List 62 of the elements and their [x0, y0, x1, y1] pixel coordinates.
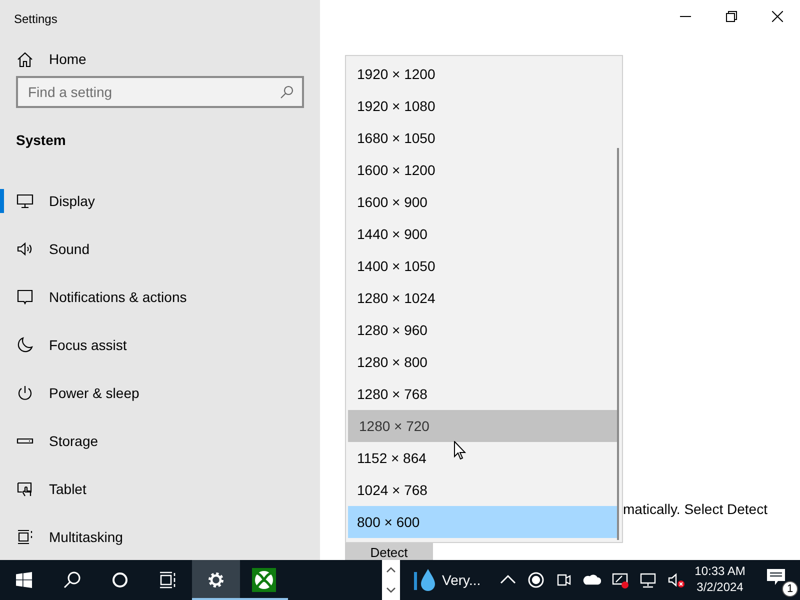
- section-heading: System: [15, 131, 67, 150]
- moon-icon: [16, 336, 34, 354]
- circle-icon[interactable]: [112, 572, 128, 588]
- xbox-icon: [252, 568, 276, 592]
- detect-button[interactable]: Detect: [345, 543, 433, 560]
- home-icon: [16, 50, 34, 68]
- resolution-option[interactable]: 1280 × 1024: [348, 282, 619, 314]
- resolution-option[interactable]: 1152 × 864: [348, 442, 619, 474]
- screen-alert-icon[interactable]: [610, 571, 629, 589]
- start-icon[interactable]: [16, 572, 32, 588]
- taskbar-app[interactable]: Very...: [400, 560, 489, 600]
- close-icon: [772, 10, 782, 22]
- tablet-icon: [16, 480, 34, 498]
- search-icon: [280, 85, 294, 99]
- sidebar-item[interactable]: Tablet: [0, 465, 320, 513]
- resolution-option[interactable]: 1920 × 1080: [348, 90, 619, 122]
- muted-speaker-icon[interactable]: [666, 571, 685, 589]
- resolution-option[interactable]: 1280 × 800: [348, 346, 619, 378]
- taskbar-scroller[interactable]: [382, 560, 400, 600]
- water-drop-icon: [414, 568, 436, 592]
- resolution-option[interactable]: 1600 × 900: [348, 186, 619, 218]
- gear-icon: [206, 570, 226, 590]
- chevron-up-icon[interactable]: [386, 567, 396, 573]
- resolution-option[interactable]: 800 × 600: [348, 506, 619, 538]
- resolution-option[interactable]: 1280 × 960: [348, 314, 619, 346]
- sidebar-item[interactable]: Notifications & actions: [0, 273, 320, 321]
- sidebar-item[interactable]: Storage: [0, 417, 320, 465]
- restore-icon: [726, 10, 736, 22]
- record-icon[interactable]: [526, 571, 545, 589]
- speaker-icon: [16, 240, 34, 258]
- resolution-option[interactable]: 1600 × 1200: [348, 154, 619, 186]
- network-icon[interactable]: [638, 571, 657, 589]
- task-view-icon[interactable]: [159, 571, 177, 589]
- notification-icon[interactable]: [766, 568, 786, 586]
- speech-bubble-icon: [16, 288, 34, 306]
- search-icon[interactable]: [63, 571, 81, 589]
- sidebar-item[interactable]: Sound: [0, 225, 320, 273]
- resolution-option[interactable]: 1024 × 768: [348, 474, 619, 506]
- mouse-cursor-icon: [454, 441, 466, 460]
- multitasking-icon: [16, 528, 34, 546]
- scrollbar[interactable]: [617, 148, 619, 540]
- search-field[interactable]: Find a setting: [16, 76, 304, 108]
- description-text: matically. Select Detect: [623, 501, 768, 517]
- notification-count-badge: 1: [782, 581, 798, 597]
- resolution-option[interactable]: 1400 × 1050: [348, 250, 619, 282]
- chevron-down-icon[interactable]: [386, 587, 396, 593]
- clock[interactable]: 10:33 AM 3/2/2024: [686, 564, 754, 596]
- sidebar-item[interactable]: Focus assist: [0, 321, 320, 369]
- home-link[interactable]: Home: [0, 49, 320, 70]
- drive-icon: [16, 438, 34, 444]
- sidebar-item[interactable]: Multitasking: [0, 513, 320, 560]
- sidebar-item[interactable]: Display: [0, 177, 320, 225]
- power-icon: [16, 384, 34, 402]
- resolution-option[interactable]: 1680 × 1050: [348, 122, 619, 154]
- resolution-option[interactable]: 1280 × 720: [348, 410, 619, 442]
- resolution-option[interactable]: 1920 × 1200: [348, 58, 619, 90]
- window-title: Settings: [13, 11, 58, 28]
- resolution-option[interactable]: 1280 × 768: [348, 378, 619, 410]
- sidebar-item[interactable]: Power & sleep: [0, 369, 320, 417]
- monitor-icon: [16, 192, 34, 210]
- taskbar-app-button[interactable]: [192, 560, 240, 600]
- resolution-option[interactable]: 1440 × 900: [348, 218, 619, 250]
